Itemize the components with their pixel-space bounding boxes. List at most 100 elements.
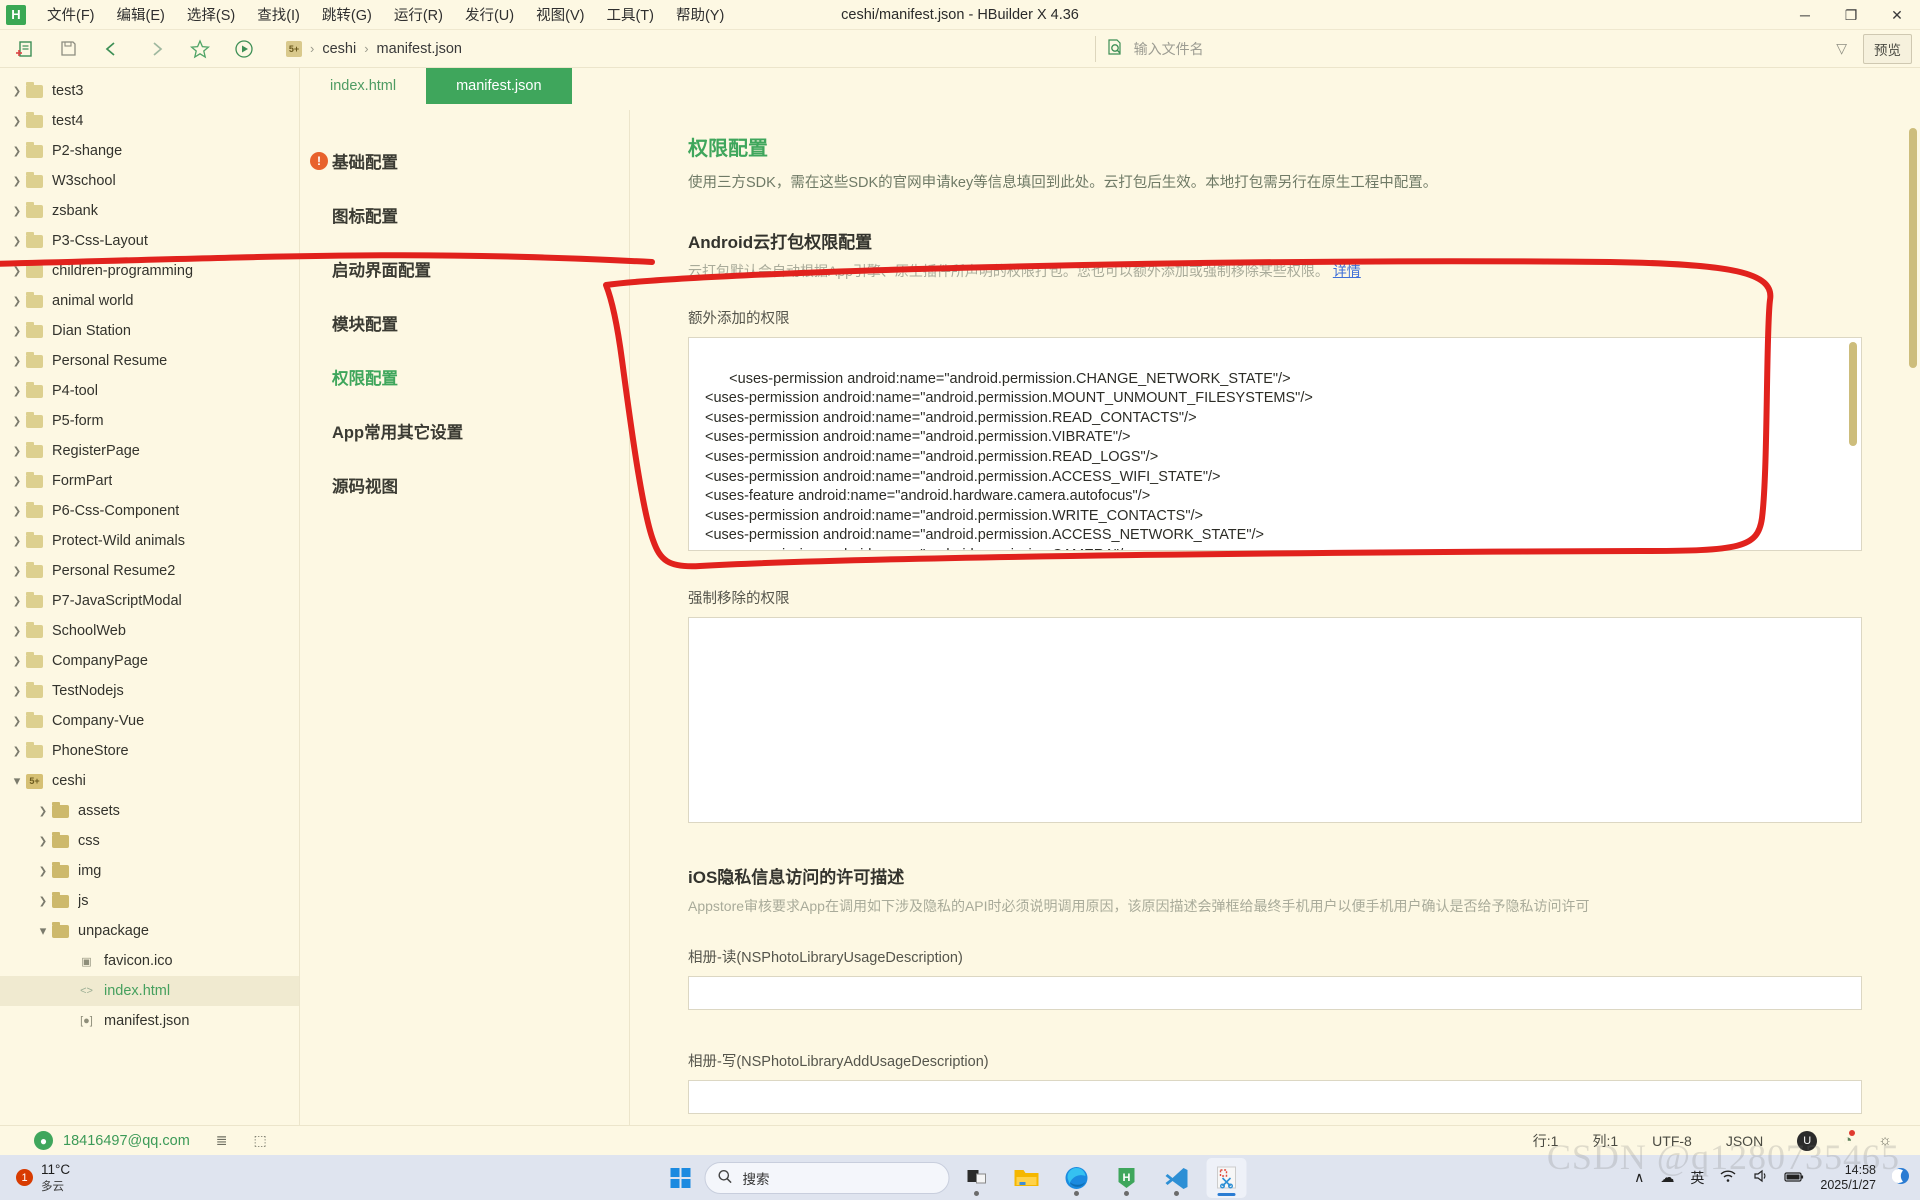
menu-find[interactable]: 查找(I) — [246, 0, 311, 29]
mnav-item-module[interactable]: 模块配置 — [300, 296, 629, 350]
funnel-filter-icon[interactable]: ▽ — [1836, 40, 1847, 57]
tray-notification-icon[interactable] — [1891, 1167, 1910, 1188]
maximize-button[interactable]: ❐ — [1828, 0, 1874, 30]
taskbar-app-snipping-tool[interactable] — [1206, 1157, 1247, 1198]
chevron-right-icon[interactable] — [8, 475, 26, 487]
chevron-right-icon[interactable] — [8, 205, 26, 217]
breadcrumb-project[interactable]: ceshi — [322, 41, 356, 57]
tree-item-schoolweb[interactable]: SchoolWeb — [0, 616, 299, 646]
tree-item-phonestore[interactable]: PhoneStore — [0, 736, 299, 766]
tree-item-p3-css-layout[interactable]: P3-Css-Layout — [0, 226, 299, 256]
minimize-button[interactable]: ─ — [1782, 0, 1828, 30]
chevron-down-icon[interactable] — [34, 923, 52, 939]
mnav-item-basic[interactable]: ! 基础配置 — [300, 134, 629, 188]
new-file-icon[interactable] — [4, 33, 44, 65]
tree-item-testnodejs[interactable]: TestNodejs — [0, 676, 299, 706]
tree-item-registerpage[interactable]: RegisterPage — [0, 436, 299, 466]
tree-item-favicon-ico[interactable]: ▣ favicon.ico — [0, 946, 299, 976]
chevron-down-icon[interactable] — [8, 773, 26, 789]
start-button-icon[interactable] — [670, 1167, 691, 1188]
tree-item-p7-javascriptmodal[interactable]: P7-JavaScriptModal — [0, 586, 299, 616]
ios-photo-write-input[interactable] — [688, 1080, 1862, 1114]
close-button[interactable]: ✕ — [1874, 0, 1920, 30]
chevron-right-icon[interactable] — [8, 265, 26, 277]
mnav-item-icon[interactable]: 图标配置 — [300, 188, 629, 242]
tray-battery-icon[interactable] — [1784, 1170, 1804, 1186]
taskbar-search-box[interactable]: 搜索 — [704, 1161, 950, 1194]
tree-item-personal-resume2[interactable]: Personal Resume2 — [0, 556, 299, 586]
taskbar-app-file-explorer[interactable] — [1007, 1158, 1047, 1198]
chevron-right-icon[interactable] — [8, 595, 26, 607]
chevron-right-icon[interactable] — [8, 145, 26, 157]
tree-item-js[interactable]: js — [0, 886, 299, 916]
extra-permission-textarea[interactable]: <uses-permission android:name="android.p… — [688, 337, 1862, 551]
taskbar-app-hbuilderx[interactable]: H — [1107, 1158, 1147, 1198]
tree-item-p2-shange[interactable]: P2-shange — [0, 136, 299, 166]
remove-permission-textarea[interactable] — [688, 617, 1862, 823]
code-scrollbar-thumb[interactable] — [1849, 342, 1857, 446]
chevron-right-icon[interactable] — [8, 415, 26, 427]
tray-wifi-icon[interactable] — [1720, 1169, 1736, 1186]
ios-photo-read-input[interactable] — [688, 976, 1862, 1010]
cursor-line[interactable]: 行:1 — [1533, 1131, 1559, 1151]
tree-item-css[interactable]: css — [0, 826, 299, 856]
tree-item-p6-css-component[interactable]: P6-Css-Component — [0, 496, 299, 526]
taskbar-app-vs-code[interactable] — [1157, 1158, 1197, 1198]
project-explorer-sidebar[interactable]: test3 test4 P2-shange W3school zsbank P3-Css-… — [0, 68, 300, 1125]
chevron-right-icon[interactable] — [8, 385, 26, 397]
panel-scrollbar-thumb[interactable] — [1909, 128, 1917, 368]
tray-cloud-icon[interactable]: ☁ — [1660, 1169, 1674, 1186]
menu-publish[interactable]: 发行(U) — [454, 0, 525, 29]
tree-item-companypage[interactable]: CompanyPage — [0, 646, 299, 676]
menu-help[interactable]: 帮助(Y) — [665, 0, 735, 29]
menu-edit[interactable]: 编辑(E) — [106, 0, 176, 29]
account-status[interactable]: ● 18416497@qq.com — [34, 1131, 190, 1150]
taskbar-app-microsoft-edge[interactable] — [1057, 1158, 1097, 1198]
uni-badge-icon[interactable]: U — [1797, 1130, 1818, 1151]
chevron-right-icon[interactable] — [8, 715, 26, 727]
terminal-panel-icon[interactable]: ⬚ — [254, 1132, 267, 1149]
taskbar-app-task-view[interactable] — [957, 1158, 997, 1198]
chevron-right-icon[interactable] — [8, 535, 26, 547]
chevron-right-icon[interactable] — [34, 805, 52, 817]
cursor-column[interactable]: 列:1 — [1592, 1131, 1618, 1151]
tab-index-html[interactable]: index.html — [300, 68, 426, 104]
chevron-right-icon[interactable] — [8, 685, 26, 697]
chevron-right-icon[interactable] — [34, 865, 52, 877]
mnav-item-permission[interactable]: 权限配置 — [300, 350, 629, 404]
tree-item-zsbank[interactable]: zsbank — [0, 196, 299, 226]
tree-item-assets[interactable]: assets — [0, 796, 299, 826]
chevron-right-icon[interactable] — [8, 235, 26, 247]
run-icon[interactable] — [224, 33, 264, 65]
tree-item-dian-station[interactable]: Dian Station — [0, 316, 299, 346]
tree-item-manifest-json[interactable]: [●] manifest.json — [0, 1006, 299, 1036]
chevron-right-icon[interactable] — [8, 445, 26, 457]
tree-item-personal-resume[interactable]: Personal Resume — [0, 346, 299, 376]
chevron-right-icon[interactable] — [34, 835, 52, 847]
tray-clock[interactable]: 14:58 2025/1/27 — [1820, 1163, 1876, 1193]
tree-item-children-programming[interactable]: children-programming — [0, 256, 299, 286]
menu-view[interactable]: 视图(V) — [525, 0, 595, 29]
tree-item-unpackage[interactable]: unpackage — [0, 916, 299, 946]
chevron-right-icon[interactable] — [8, 655, 26, 667]
tree-item-company-vue[interactable]: Company-Vue — [0, 706, 299, 736]
file-encoding[interactable]: UTF-8 — [1652, 1133, 1692, 1149]
breadcrumb-file[interactable]: manifest.json — [377, 41, 462, 57]
chevron-right-icon[interactable] — [8, 355, 26, 367]
chevron-right-icon[interactable] — [8, 745, 26, 757]
tree-item-w3school[interactable]: W3school — [0, 166, 299, 196]
menu-run[interactable]: 运行(R) — [383, 0, 454, 29]
file-search-box[interactable]: 输入文件名 — [1100, 36, 1833, 62]
tree-item-animal-world[interactable]: animal world — [0, 286, 299, 316]
star-icon[interactable] — [180, 33, 220, 65]
tray-expand-icon[interactable]: ∧ — [1634, 1169, 1644, 1186]
tree-item-test3[interactable]: test3 — [0, 76, 299, 106]
tree-item-ceshi[interactable]: 5+ ceshi — [0, 766, 299, 796]
bell-icon[interactable]: ☼ — [1878, 1132, 1892, 1149]
save-icon[interactable] — [48, 33, 88, 65]
android-detail-link[interactable]: 详情 — [1333, 263, 1361, 279]
chevron-right-icon[interactable] — [8, 295, 26, 307]
tree-item-formpart[interactable]: FormPart — [0, 466, 299, 496]
mnav-item-app-other[interactable]: App常用其它设置 — [300, 404, 629, 458]
tree-item-protect-wild-animals[interactable]: Protect-Wild animals — [0, 526, 299, 556]
